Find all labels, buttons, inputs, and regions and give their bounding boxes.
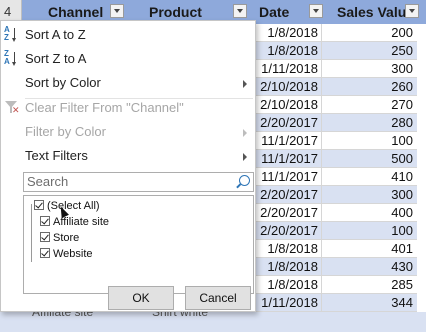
column-header-sales-value: Sales Value: [337, 4, 405, 20]
sales-value-column: 200 250 300 260 270 280 100 500 410 300 …: [322, 24, 417, 312]
sort-z-to-a-item[interactable]: ZA Sort Z to A: [1, 48, 255, 70]
clear-x-icon: ✕: [12, 105, 20, 115]
select-all-checkbox[interactable]: [34, 200, 44, 210]
text-filters-item[interactable]: Text Filters: [1, 145, 255, 167]
date-cell[interactable]: 1/8/2018: [254, 240, 322, 258]
ok-button[interactable]: OK: [108, 286, 174, 310]
submenu-arrow-icon: [243, 129, 247, 137]
filter-by-color-label: Filter by Color: [25, 124, 106, 139]
date-cell[interactable]: 11/1/2017: [254, 132, 322, 150]
date-cell[interactable]: 1/11/2018: [254, 60, 322, 78]
date-cell[interactable]: 2/10/2018: [254, 96, 322, 114]
value-cell[interactable]: 100: [322, 132, 417, 150]
date-column: 1/8/2018 1/8/2018 1/11/2018 2/10/2018 2/…: [254, 24, 322, 312]
sort-z-to-a-label: Sort Z to A: [25, 51, 87, 66]
value-cell[interactable]: 260: [322, 78, 417, 96]
date-cell[interactable]: 2/10/2018: [254, 78, 322, 96]
date-filter-button[interactable]: [309, 4, 323, 18]
list-item-label: Store: [53, 232, 80, 244]
filter-dropdown-menu: AZ Sort A to Z ZA Sort Z to A Sort by Co…: [0, 20, 256, 312]
sort-descending-icon: ZA: [4, 50, 20, 68]
value-cell[interactable]: 300: [322, 186, 417, 204]
search-placeholder: Search: [27, 174, 69, 189]
date-cell[interactable]: 2/20/2017: [254, 204, 322, 222]
column-header-date: Date: [259, 4, 290, 20]
product-filter-button[interactable]: [233, 4, 247, 18]
value-cell[interactable]: 344: [322, 294, 417, 312]
value-cell[interactable]: 100: [322, 222, 417, 240]
sort-ascending-icon: AZ: [4, 26, 20, 44]
cancel-button[interactable]: Cancel: [185, 286, 251, 310]
channel-filter-button[interactable]: [110, 4, 124, 18]
submenu-arrow-icon: [243, 80, 247, 88]
value-cell[interactable]: 270: [322, 96, 417, 114]
date-cell[interactable]: 11/1/2017: [254, 150, 322, 168]
value-cell[interactable]: 285: [322, 276, 417, 294]
website-checkbox[interactable]: [40, 248, 50, 258]
date-cell[interactable]: 1/8/2018: [254, 276, 322, 294]
list-item-label: (Select All): [47, 200, 100, 212]
value-cell[interactable]: 430: [322, 258, 417, 276]
date-cell[interactable]: 2/20/2017: [254, 186, 322, 204]
filter-by-color-item[interactable]: Filter by Color: [1, 121, 255, 143]
tree-connector: [31, 204, 32, 262]
value-cell[interactable]: 250: [322, 42, 417, 60]
value-cell[interactable]: 280: [322, 114, 417, 132]
list-item-label: Website: [53, 248, 93, 260]
value-cell[interactable]: 410: [322, 168, 417, 186]
value-cell[interactable]: 300: [322, 60, 417, 78]
clear-filter-label: Clear Filter From "Channel": [25, 100, 184, 115]
sort-by-color-label: Sort by Color: [25, 75, 101, 90]
clear-filter-item[interactable]: ✕ Clear Filter From "Channel": [1, 97, 255, 119]
sales-value-filter-button[interactable]: [405, 4, 419, 18]
value-cell[interactable]: 401: [322, 240, 417, 258]
search-input[interactable]: Search: [23, 172, 254, 192]
submenu-arrow-icon: [243, 153, 247, 161]
value-cell[interactable]: 500: [322, 150, 417, 168]
partial-row: Affiliate site Shirt white: [0, 305, 426, 332]
sort-a-to-z-label: Sort A to Z: [25, 27, 86, 42]
date-cell[interactable]: 1/8/2018: [254, 258, 322, 276]
search-icon[interactable]: [239, 175, 250, 186]
sort-by-color-item[interactable]: Sort by Color: [1, 72, 255, 94]
date-cell[interactable]: 1/8/2018: [254, 24, 322, 42]
sort-a-to-z-item[interactable]: AZ Sort A to Z: [1, 24, 255, 46]
date-cell[interactable]: 2/20/2017: [254, 222, 322, 240]
value-cell[interactable]: 400: [322, 204, 417, 222]
date-cell[interactable]: 1/11/2018: [254, 294, 322, 312]
value-cell[interactable]: 200: [322, 24, 417, 42]
date-cell[interactable]: 1/8/2018: [254, 42, 322, 60]
date-cell[interactable]: 11/1/2017: [254, 168, 322, 186]
date-cell[interactable]: 2/20/2017: [254, 114, 322, 132]
affiliate-site-checkbox[interactable]: [40, 216, 50, 226]
text-filters-label: Text Filters: [25, 148, 88, 163]
store-checkbox[interactable]: [40, 232, 50, 242]
